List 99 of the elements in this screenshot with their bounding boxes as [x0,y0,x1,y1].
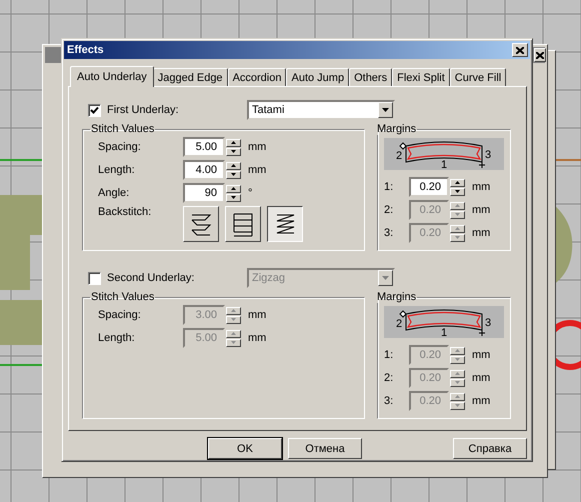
group-title: Stitch Values [90,291,156,303]
field-label: Backstitch: [98,206,152,218]
field-label: 3: [384,227,394,239]
up-arrow-icon [455,227,460,230]
unit-label: mm [472,372,490,384]
margin-diagram: 2 1 3 [384,138,504,170]
spin-down-button[interactable] [450,188,465,196]
field-label: Length: [98,164,136,176]
spin-up-button[interactable] [450,346,465,354]
down-arrow-icon [455,404,460,407]
field-label: Spacing: [98,309,142,321]
spin-down-button[interactable] [450,356,465,364]
up-arrow-icon [231,309,236,312]
up-arrow-icon [231,164,236,167]
up-arrow-icon [455,349,460,352]
field-label: 1: [384,349,394,361]
checkbox[interactable] [88,104,101,116]
spin-down-button[interactable] [226,316,241,324]
field-label: Angle: [98,187,130,199]
dropdown[interactable]: Tatami [247,100,395,120]
spin-down-button[interactable] [226,148,241,156]
spin-up-button[interactable] [226,162,241,170]
backstitch-button[interactable] [267,206,303,242]
field-label: 3: [384,395,394,407]
unit-label: mm [472,227,490,239]
spin-up-button[interactable] [450,178,465,186]
dialog-button[interactable]: Отмена [288,438,362,459]
unit-label: mm [472,395,490,407]
spin-up-button[interactable] [450,202,465,210]
tab[interactable]: Auto Jump [286,68,350,86]
spin-up-button[interactable] [450,224,465,232]
down-arrow-icon [231,173,236,176]
spin-down-button[interactable] [226,338,241,346]
down-arrow-icon [455,381,460,384]
tab[interactable]: Flexi Split [392,68,450,86]
close-button[interactable] [534,48,546,62]
up-arrow-icon [231,187,236,190]
spin-field[interactable]: 4.00 [183,160,225,180]
dialog-button[interactable]: Справка [453,438,527,459]
down-arrow-icon [455,213,460,216]
checkbox-label: First Underlay: [107,104,179,116]
group-title: Margins [376,291,418,303]
unit-label: mm [248,309,266,321]
spin-up-button[interactable] [450,392,465,400]
unit-label: mm [248,164,266,176]
field-label: Spacing: [98,141,142,153]
unit-label: mm [248,332,266,344]
up-arrow-icon [231,141,236,144]
tab[interactable]: Jagged Edge [152,68,228,86]
tab[interactable]: Auto Underlay [70,66,154,87]
spin-up-button[interactable] [226,330,241,338]
margin-diagram: 2 1 3 [384,306,504,338]
checkbox-label: Second Underlay: [107,272,194,284]
close-button[interactable] [512,43,528,57]
spin-down-button[interactable] [450,402,465,410]
field-label: 2: [384,372,394,384]
tab[interactable]: Others [349,68,392,86]
spin-field[interactable]: 5.00 [183,137,225,157]
field-label: 2: [384,204,394,216]
up-arrow-icon [231,332,236,335]
unit-label: mm [472,204,490,216]
spin-down-button[interactable] [226,194,241,202]
field-label: 1: [384,181,394,193]
up-arrow-icon [455,395,460,398]
spin-down-button[interactable] [450,378,465,386]
unit-label: mm [472,181,490,193]
checkmark-icon [90,106,99,114]
spin-up-button[interactable] [226,306,241,314]
spin-up-button[interactable] [226,138,241,146]
unit-label: mm [472,349,490,361]
group-title: Margins [376,123,418,135]
spin-field[interactable]: 90 [183,183,225,203]
checkbox[interactable] [88,272,101,284]
up-arrow-icon [455,181,460,184]
group-title: Stitch Values [90,123,156,135]
close-icon [536,52,544,58]
spin-field[interactable]: 0.20 [409,177,449,197]
down-arrow-icon [231,150,236,153]
spin-up-button[interactable] [226,184,241,192]
down-arrow-icon [455,190,460,193]
spin-down-button[interactable] [450,210,465,218]
down-arrow-icon [455,236,460,239]
dialog-button[interactable]: OK [208,438,282,459]
window-title: Effects [67,44,104,56]
tab[interactable]: Accordion [228,68,286,86]
up-arrow-icon [455,204,460,207]
field-label: Length: [98,332,136,344]
down-arrow-icon [455,358,460,361]
down-arrow-icon [231,341,236,344]
unit-label: mm [248,141,266,153]
down-arrow-icon [231,318,236,321]
tab[interactable]: Curve Fill [450,68,506,86]
unit-label: ° [248,187,252,199]
up-arrow-icon [455,372,460,375]
down-arrow-icon [231,196,236,199]
close-icon [516,46,524,54]
spin-down-button[interactable] [226,170,241,178]
spin-up-button[interactable] [450,370,465,378]
spin-down-button[interactable] [450,234,465,242]
